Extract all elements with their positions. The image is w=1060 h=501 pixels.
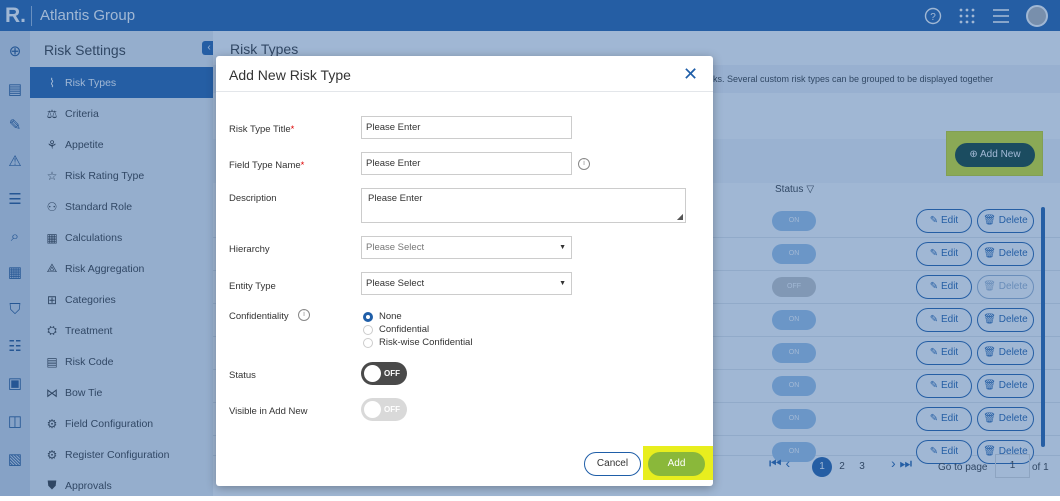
hierarchy-label: Hierarchy bbox=[229, 244, 270, 255]
radio-confidential[interactable]: Confidential bbox=[363, 324, 429, 335]
cancel-button[interactable]: Cancel bbox=[584, 452, 641, 476]
radio-risk-wise-confidential[interactable]: Risk-wise Confidential bbox=[363, 337, 472, 348]
radio-none[interactable]: None bbox=[363, 311, 402, 322]
close-icon[interactable]: ✕ bbox=[683, 64, 698, 85]
description-textarea[interactable]: Please Enter ◢ bbox=[361, 188, 686, 223]
hierarchy-select[interactable]: Please Select ▼ bbox=[361, 236, 572, 259]
visible-in-add-new-toggle: OFF bbox=[361, 398, 407, 421]
toggle-knob bbox=[364, 401, 381, 418]
radio-button[interactable] bbox=[363, 324, 373, 335]
chevron-down-icon: ▼ bbox=[559, 280, 566, 287]
confidentiality-label: Confidentiality bbox=[229, 311, 289, 322]
chevron-down-icon: ▼ bbox=[559, 244, 566, 251]
radio-button[interactable] bbox=[363, 337, 373, 348]
status-toggle[interactable]: OFF bbox=[361, 362, 407, 385]
entity-type-label: Entity Type bbox=[229, 281, 276, 292]
risk-type-title-label: Risk Type Title* bbox=[229, 124, 295, 135]
add-button[interactable]: Add bbox=[648, 452, 705, 476]
info-icon[interactable]: i bbox=[578, 158, 590, 170]
visible-in-add-new-label: Visible in Add New bbox=[229, 406, 308, 417]
info-icon[interactable]: i bbox=[298, 309, 310, 321]
field-type-name-label: Field Type Name* bbox=[229, 160, 305, 171]
modal-title: Add New Risk Type bbox=[229, 67, 351, 83]
status-label: Status bbox=[229, 370, 256, 381]
description-label: Description bbox=[229, 193, 277, 204]
add-risk-type-modal: Add New Risk Type ✕ Risk Type Title* Ple… bbox=[216, 56, 713, 486]
modal-divider bbox=[216, 91, 713, 92]
risk-type-title-input[interactable]: Please Enter bbox=[361, 116, 572, 139]
resize-handle-icon[interactable]: ◢ bbox=[677, 212, 683, 221]
entity-type-select[interactable]: Please Select ▼ bbox=[361, 272, 572, 295]
toggle-knob bbox=[364, 365, 381, 382]
radio-button[interactable] bbox=[363, 311, 373, 322]
field-type-name-input[interactable]: Please Enter bbox=[361, 152, 572, 175]
